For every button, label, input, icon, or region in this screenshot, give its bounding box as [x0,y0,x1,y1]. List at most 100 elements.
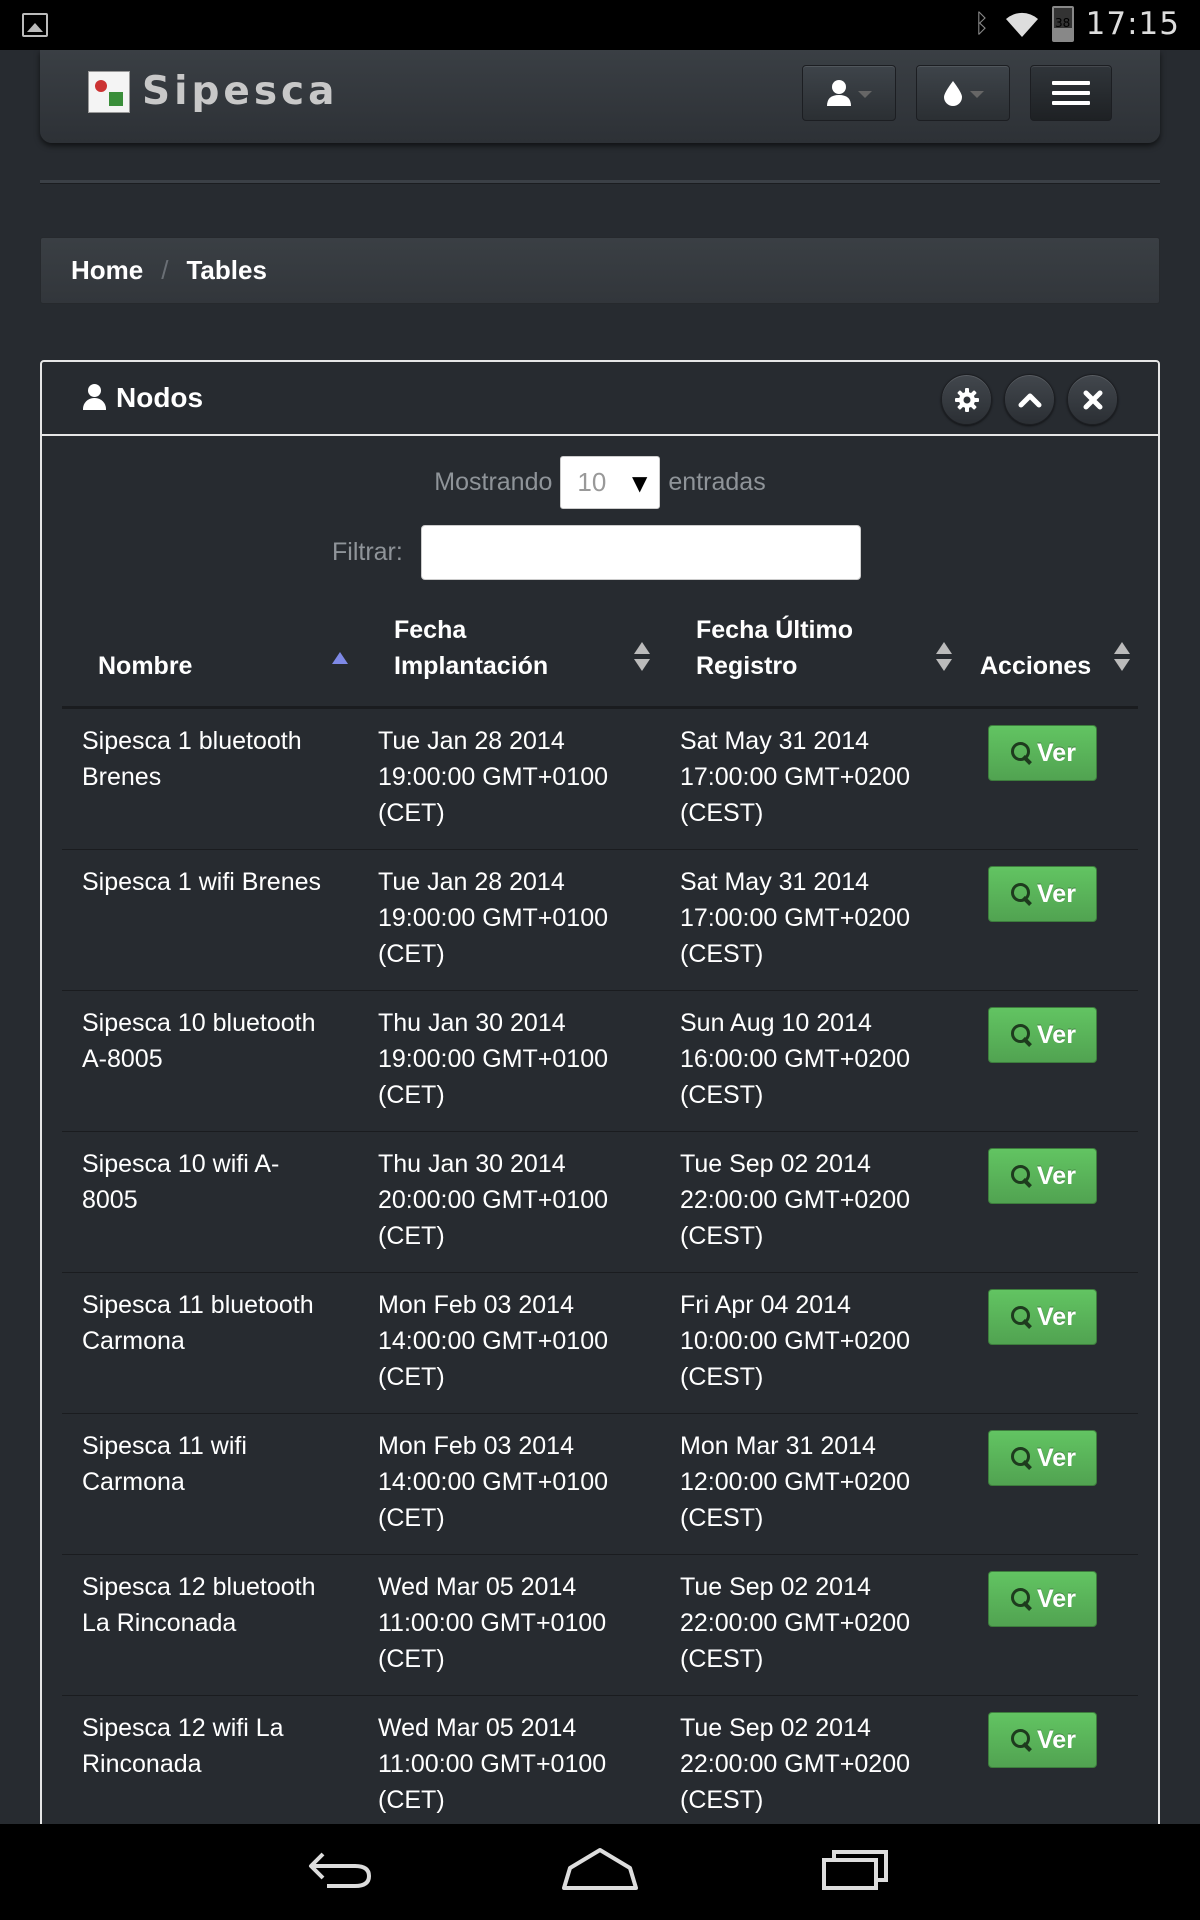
cell-acciones: Ver [962,707,1138,850]
zoom-in-icon [1011,742,1033,764]
chevron-up-icon [1018,393,1041,407]
node-name: Sipesca 10 wifi A- [82,1150,280,1178]
length-suffix: entradas [668,468,766,496]
cell-fecha-implantacion: Mon Feb 03 2014 14:00:00 GMT+0100 (CET) [358,1413,660,1555]
cell-fecha-ultimo-registro: Sat May 31 2014 17:00:00 GMT+0200 (CEST) [660,849,962,991]
cell-fecha-implantacion: Tue Jan 28 2014 19:00:00 GMT+0100 (CET) [358,849,660,991]
column-header-acciones[interactable]: Acciones [962,602,1138,709]
back-icon[interactable] [305,1848,375,1892]
ver-button[interactable]: Ver [988,1571,1097,1627]
date-line: Thu Jan 30 2014 [378,1009,566,1037]
cell-fecha-implantacion: Thu Jan 30 2014 19:00:00 GMT+0100 (CET) [358,990,660,1132]
ver-button-label: Ver [1037,739,1076,767]
table-row: Sipesca 1 wifi Brenes Tue Jan 28 2014 19:0… [62,849,1138,991]
date-line: Fri Apr 04 2014 [680,1291,851,1319]
date-line: (CEST) [680,1081,764,1109]
user-menu-button[interactable] [802,65,896,121]
home-icon[interactable] [560,1846,640,1892]
date-line: 22:00:00 GMT+0200 [680,1186,911,1214]
node-name: Sipesca 10 bluetooth [82,1009,316,1037]
date-line: Tue Sep 02 2014 [680,1150,871,1178]
sort-icon [936,642,952,676]
table-row: Sipesca 1 bluetooth Brenes Tue Jan 28 2014… [62,707,1138,850]
theme-menu-button[interactable] [916,65,1010,121]
date-line: 14:00:00 GMT+0100 [378,1468,609,1496]
date-line: (CET) [378,1786,445,1814]
ver-button-label: Ver [1037,880,1076,908]
ver-button[interactable]: Ver [988,725,1097,781]
date-line: Wed Mar 05 2014 [378,1573,577,1601]
ver-button[interactable]: Ver [988,1289,1097,1345]
column-header-fecha-ultimo-registro[interactable]: Fecha Último Registro [660,602,962,709]
column-header-fecha-implantacion[interactable]: Fecha Implantación [358,602,660,709]
page-length-select[interactable]: 10 ▼ [560,456,661,509]
date-line: Tue Sep 02 2014 [680,1573,871,1601]
wifi-icon [1005,12,1038,37]
table-row: Sipesca 10 bluetooth A-8005 Thu Jan 30 201… [62,990,1138,1132]
recent-apps-icon[interactable] [820,1846,890,1892]
page-length-value: 10 [577,467,607,497]
cell-nombre: Sipesca 10 wifi A- 8005 [62,1131,358,1273]
date-line: 22:00:00 GMT+0200 [680,1750,911,1778]
chevron-down-icon [858,90,872,98]
date-line: (CET) [378,1645,445,1673]
nodos-panel: Nodos Mostrando 10 ▼ entradas Filtrar: N… [40,360,1160,1920]
zoom-in-icon [1011,1729,1033,1751]
collapse-button[interactable] [1004,374,1055,425]
ver-button[interactable]: Ver [988,866,1097,922]
ver-button-label: Ver [1037,1585,1076,1613]
date-line: (CEST) [680,1645,764,1673]
date-line: (CET) [378,1504,445,1532]
cell-nombre: Sipesca 11 wifi Carmona [62,1413,358,1555]
date-line: Thu Jan 30 2014 [378,1150,566,1178]
ver-button-label: Ver [1037,1726,1076,1754]
user-icon [827,80,851,106]
column-header-label: Registro [696,652,798,680]
date-line: 19:00:00 GMT+0100 [378,763,609,791]
date-line: Mon Feb 03 2014 [378,1291,574,1319]
date-line: Mon Mar 31 2014 [680,1432,876,1460]
cell-acciones: Ver [962,1131,1138,1273]
ver-button[interactable]: Ver [988,1007,1097,1063]
ver-button[interactable]: Ver [988,1148,1097,1204]
breadcrumb-home[interactable]: Home [71,255,143,286]
table-row: Sipesca 10 wifi A- 8005 Thu Jan 30 2014 20:… [62,1131,1138,1273]
date-line: (CEST) [680,1363,764,1391]
filter-input[interactable] [420,525,861,580]
date-line: Tue Jan 28 2014 [378,868,565,896]
node-name: Rinconada [82,1750,202,1778]
cell-nombre: Sipesca 1 bluetooth Brenes [62,707,358,850]
date-line: (CEST) [680,940,764,968]
menu-icon [1052,81,1090,105]
gear-icon [954,387,979,412]
column-header-nombre[interactable]: Nombre [62,602,358,709]
dropdown-arrow-icon: ▼ [632,470,648,495]
date-line: 20:00:00 GMT+0100 [378,1186,609,1214]
cell-nombre: Sipesca 10 bluetooth A-8005 [62,990,358,1132]
date-line: Tue Sep 02 2014 [680,1714,871,1742]
settings-button[interactable] [941,374,992,425]
date-line: 19:00:00 GMT+0100 [378,904,609,932]
table-header-row: Nombre Fecha Implantación Fecha Último R… [62,602,1138,709]
zoom-in-icon [1011,1024,1033,1046]
column-header-label: Fecha [394,616,467,644]
cell-fecha-implantacion: Wed Mar 05 2014 11:00:00 GMT+0100 (CET) [358,1554,660,1696]
cell-acciones: Ver [962,1554,1138,1696]
node-name: Sipesca 12 bluetooth [82,1573,316,1601]
close-button[interactable] [1067,374,1118,425]
cell-fecha-ultimo-registro: Tue Sep 02 2014 22:00:00 GMT+0200 (CEST) [660,1695,962,1837]
date-line: Tue Jan 28 2014 [378,727,565,755]
bluetooth-icon: ᛒ [973,9,990,39]
menu-toggle-button[interactable] [1030,65,1112,121]
sort-ascending-icon [332,642,348,676]
date-line: (CET) [378,1363,445,1391]
status-bar: ᛒ 38 17:15 [0,0,1200,50]
breadcrumb-separator: / [161,255,169,285]
ver-button[interactable]: Ver [988,1430,1097,1486]
brand[interactable]: Sipesca [88,69,338,114]
ver-button[interactable]: Ver [988,1712,1097,1768]
cell-fecha-ultimo-registro: Sat May 31 2014 17:00:00 GMT+0200 (CEST) [660,707,962,850]
date-line: (CEST) [680,1786,764,1814]
system-navigation-bar [0,1824,1200,1920]
cell-fecha-ultimo-registro: Tue Sep 02 2014 22:00:00 GMT+0200 (CEST) [660,1554,962,1696]
